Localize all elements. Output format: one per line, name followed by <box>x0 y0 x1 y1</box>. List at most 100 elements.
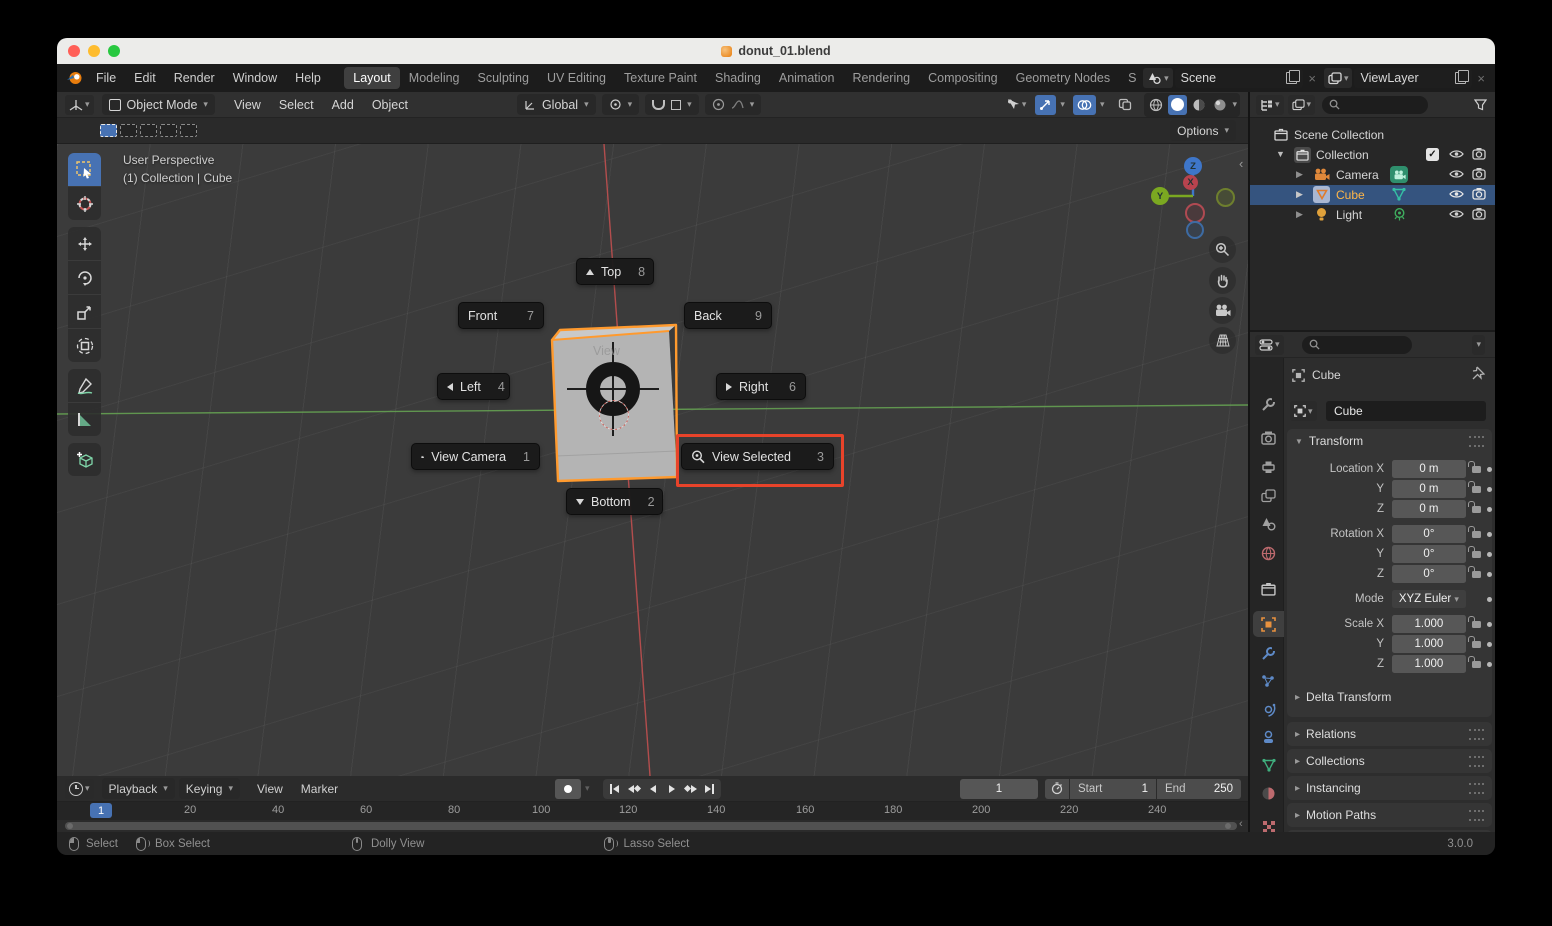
select-mode-subtract[interactable] <box>160 124 177 137</box>
maximize-window-button[interactable] <box>108 45 120 57</box>
scrollbar-left-handle[interactable] <box>67 823 73 829</box>
gizmo-axis-x-neg[interactable] <box>1185 203 1205 223</box>
tab-texture[interactable] <box>1253 814 1284 832</box>
pie-item-top[interactable]: Top 8 <box>576 258 654 285</box>
outliner-row-camera[interactable]: ▶ Camera <box>1250 165 1495 185</box>
select-mode-new[interactable] <box>120 124 137 137</box>
tab-particles[interactable] <box>1253 668 1284 694</box>
tab-geometry-nodes[interactable]: Geometry Nodes <box>1007 67 1119 89</box>
properties-options-dropdown[interactable]: ▾ <box>1472 334 1485 355</box>
shading-rendered-button[interactable] <box>1211 95 1229 115</box>
value-field[interactable]: 1.000 <box>1392 615 1466 633</box>
tab-scene[interactable] <box>1253 511 1284 537</box>
menu-render[interactable]: Render <box>165 68 224 88</box>
shading-material-button[interactable] <box>1190 95 1208 115</box>
tab-world[interactable] <box>1253 540 1284 566</box>
animate-dot[interactable] <box>1487 531 1492 537</box>
panel-grip-handle[interactable] <box>1469 755 1484 767</box>
menu-help[interactable]: Help <box>286 68 330 88</box>
tab-tool[interactable] <box>1253 391 1284 417</box>
disclosure-closed-icon[interactable]: ▶ <box>1296 209 1303 220</box>
pivot-point-dropdown[interactable]: ▾ <box>601 94 640 115</box>
timeline-menu-view[interactable]: View <box>248 779 292 799</box>
animate-dot[interactable] <box>1487 486 1492 492</box>
panel-grip-handle[interactable] <box>1469 728 1484 740</box>
minimize-window-button[interactable] <box>88 45 100 57</box>
play-reverse-button[interactable] <box>643 780 662 798</box>
pie-item-view-camera[interactable]: View Camera 1 <box>411 443 540 470</box>
animate-dot[interactable] <box>1487 571 1492 577</box>
outliner-row-collection[interactable]: ▼ Collection ✓ <box>1250 145 1495 165</box>
value-field[interactable]: 0° <box>1392 565 1466 583</box>
object-type-visibility-button[interactable]: ▾ <box>1002 95 1031 115</box>
gizmos-toggle[interactable] <box>1035 94 1057 115</box>
browse-object-button[interactable]: ▾ <box>1290 401 1317 421</box>
properties-search-input[interactable] <box>1301 335 1412 354</box>
animate-dot[interactable] <box>1487 621 1492 627</box>
lock-toggle[interactable] <box>1466 615 1487 628</box>
mode-dropdown[interactable]: Object Mode ▾ <box>101 94 215 115</box>
viewport-menu-add[interactable]: Add <box>323 95 363 115</box>
start-frame-field[interactable]: Start 1 <box>1070 778 1156 799</box>
current-frame-field[interactable]: 1 <box>960 778 1038 799</box>
tab-layout[interactable]: Layout <box>344 67 400 89</box>
lock-toggle[interactable] <box>1466 460 1487 473</box>
transform-panel-header[interactable]: ▼ Transform <box>1287 429 1492 453</box>
light-data-icon[interactable] <box>1392 207 1407 222</box>
editor-type-button[interactable]: ▾ <box>65 94 94 115</box>
pie-item-right[interactable]: Right 6 <box>716 373 806 400</box>
outliner-display-mode-button[interactable]: ▾ <box>1256 94 1284 115</box>
use-preview-range-button[interactable] <box>1045 778 1069 799</box>
viewport-menu-select[interactable]: Select <box>270 95 323 115</box>
value-field[interactable]: 0 m <box>1392 480 1466 498</box>
properties-editor-type-button[interactable]: ▾ <box>1255 334 1284 355</box>
animate-dot[interactable] <box>1487 551 1492 557</box>
keying-set-dropdown[interactable]: ▾ <box>585 783 590 794</box>
pan-view-button[interactable] <box>1209 267 1236 294</box>
lock-toggle[interactable] <box>1466 655 1487 668</box>
select-mode-extend[interactable] <box>140 124 157 137</box>
camera-view-button[interactable] <box>1209 297 1236 324</box>
pie-item-left[interactable]: Left 4 <box>437 373 510 400</box>
panel-relations[interactable]: ▸ Relations <box>1287 722 1492 746</box>
animate-dot[interactable] <box>1487 641 1492 647</box>
tab-texture-paint[interactable]: Texture Paint <box>615 67 706 89</box>
select-mode-tweak[interactable] <box>100 124 117 137</box>
tool-rotate[interactable] <box>68 261 101 294</box>
tab-compositing[interactable]: Compositing <box>919 67 1006 89</box>
viewlayer-name-field[interactable]: ViewLayer <box>1354 68 1473 88</box>
auto-keying-button[interactable] <box>555 778 581 799</box>
navigation-gizmo[interactable]: Z X Y <box>1143 146 1248 246</box>
gizmo-axis-y[interactable]: Y <box>1151 187 1169 205</box>
value-field[interactable]: 1.000 <box>1392 655 1466 673</box>
rotation-mode-dropdown[interactable]: XYZ Euler ▾ <box>1391 590 1466 608</box>
play-button[interactable] <box>662 780 681 798</box>
camera-data-badge[interactable] <box>1390 166 1408 183</box>
gizmo-axis-z[interactable]: Z <box>1184 157 1202 175</box>
lock-toggle[interactable] <box>1466 565 1487 578</box>
animate-dot[interactable] <box>1487 466 1492 472</box>
tool-move[interactable] <box>68 227 101 260</box>
panel-grip-handle[interactable] <box>1469 809 1484 821</box>
tab-physics[interactable] <box>1253 696 1284 722</box>
jump-to-end-button[interactable] <box>700 780 719 798</box>
disable-render-camera-icon[interactable] <box>1472 167 1486 180</box>
panel-collections[interactable]: ▸ Collections <box>1287 749 1492 773</box>
tab-object-data[interactable] <box>1253 752 1284 778</box>
outliner-row-light[interactable]: ▶ Light <box>1250 205 1495 225</box>
mesh-data-icon[interactable] <box>1391 187 1407 202</box>
gizmo-axis-z-neg[interactable] <box>1186 221 1204 239</box>
tool-transform[interactable] <box>68 329 101 362</box>
lock-toggle[interactable] <box>1466 525 1487 538</box>
next-keyframe-button[interactable] <box>681 780 700 798</box>
sidebar-toggle[interactable]: ‹ <box>1239 156 1243 171</box>
scrollbar-right-handle[interactable] <box>1225 823 1231 829</box>
keying-dropdown[interactable]: Keying ▾ <box>178 778 240 799</box>
collection-enable-checkbox[interactable]: ✓ <box>1426 148 1439 161</box>
outliner-row-scene-collection[interactable]: Scene Collection <box>1250 125 1495 145</box>
remove-viewlayer-icon[interactable]: × <box>1477 72 1485 85</box>
gizmo-axis-y-neg[interactable] <box>1216 188 1235 207</box>
tab-uv-editing[interactable]: UV Editing <box>538 67 615 89</box>
tab-collection-props[interactable] <box>1253 576 1284 602</box>
tool-select-box[interactable] <box>68 153 101 186</box>
